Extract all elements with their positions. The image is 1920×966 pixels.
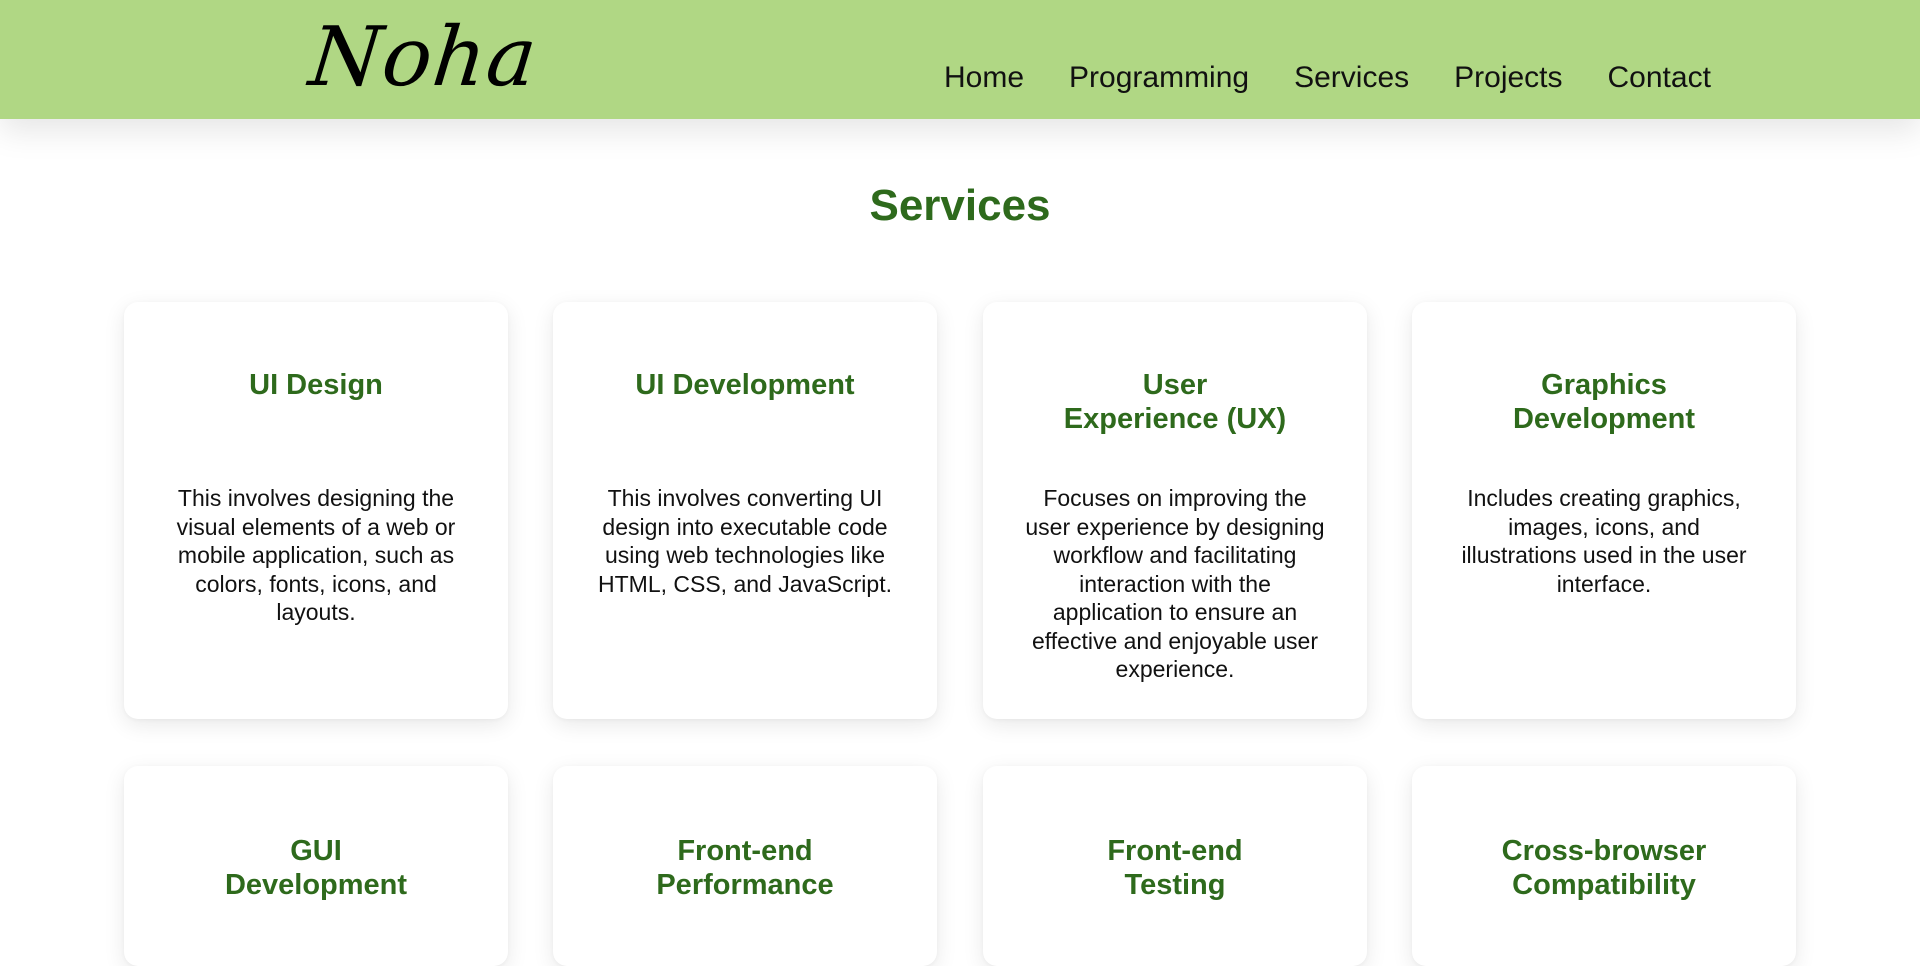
nav-link-home[interactable]: Home xyxy=(944,58,1024,98)
service-card-ui-design: UI Design This involves designing the vi… xyxy=(124,302,508,719)
service-card-ui-development: UI Development This involves converting … xyxy=(553,302,937,719)
card-title: Cross-browser Compatibility xyxy=(1501,835,1707,901)
site-logo[interactable]: Noha xyxy=(305,8,542,108)
card-description: Includes creating graphics, images, icon… xyxy=(1461,485,1747,597)
service-card-gui-development: GUI Development xyxy=(124,766,508,966)
service-card-cross-browser-compatibility: Cross-browser Compatibility xyxy=(1412,766,1796,966)
card-title: Front-end Testing xyxy=(1107,835,1243,901)
card-title: Graphics Development xyxy=(1512,369,1696,435)
card-title: UI Development xyxy=(635,369,855,401)
service-card-front-end-testing: Front-end Testing xyxy=(983,766,1367,966)
service-card-user-experience: User Experience (UX) Focuses on improvin… xyxy=(983,302,1367,719)
card-description: This involves converting UI design into … xyxy=(598,485,892,597)
service-card-graphics-development: Graphics Development Includes creating g… xyxy=(1412,302,1796,719)
service-card-front-end-performance: Front-end Performance xyxy=(553,766,937,966)
card-title: GUI Development xyxy=(224,835,408,901)
card-description: This involves designing the visual eleme… xyxy=(176,485,456,625)
card-description: Focuses on improving the user experience… xyxy=(1025,485,1325,682)
site-header: Noha Home Programming Services Projects … xyxy=(0,0,1920,119)
nav-link-services[interactable]: Services xyxy=(1294,58,1409,98)
section-title: Services xyxy=(869,181,1051,230)
main-nav: Home Programming Services Projects Conta… xyxy=(944,58,1711,98)
nav-link-projects[interactable]: Projects xyxy=(1454,58,1562,98)
card-title: Front-end Performance xyxy=(656,835,834,901)
card-title: UI Design xyxy=(249,369,383,401)
nav-link-programming[interactable]: Programming xyxy=(1069,58,1249,98)
nav-link-contact[interactable]: Contact xyxy=(1608,58,1711,98)
card-title: User Experience (UX) xyxy=(1063,369,1287,435)
